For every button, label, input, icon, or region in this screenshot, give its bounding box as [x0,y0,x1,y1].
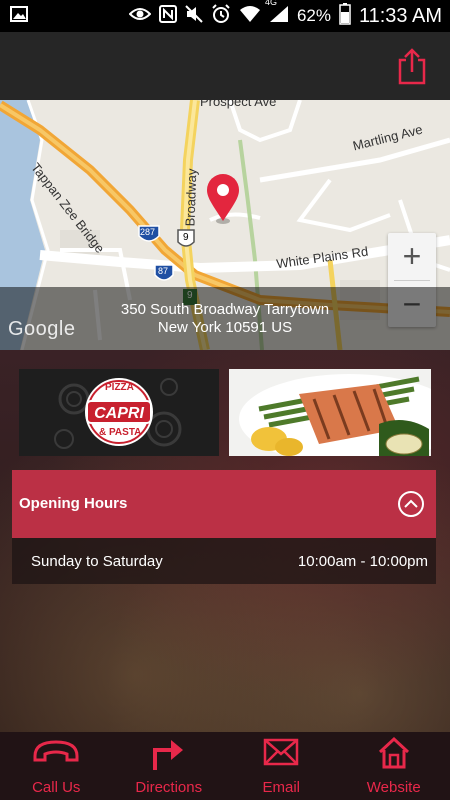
food-photo-tile[interactable] [229,369,431,456]
battery-icon [339,2,351,30]
address-line-1: 350 South Broadway Tarrytown [120,301,330,318]
chevron-up-icon[interactable] [398,491,424,517]
shield-287-label: 287 [140,227,156,237]
restaurant-logo-tile[interactable]: PIZZA CAPRI & PASTA [19,369,219,456]
clock: 11:33 AM [358,4,442,27]
map-label-prospect-ave: Prospect Ave [200,100,277,109]
email-label: Email [262,779,300,796]
directions-label: Directions [135,779,203,796]
map-view[interactable]: Prospect Ave Martling Ave Tappan Zee Bri… [0,100,450,350]
status-bar: 4G 62% 11:33 AM [0,0,450,32]
call-us-button[interactable]: Call Us [0,732,113,800]
logo-line-1: PIZZA [105,382,134,393]
route-shield-9: 9 [176,228,196,253]
interstate-shield-287: 287 [137,224,161,249]
directions-arrow-icon [152,740,183,770]
eye-icon [128,6,152,27]
map-label-broadway: Broadway [182,168,200,227]
app-bar [0,32,450,100]
nfc-icon [158,4,177,28]
network-type-label: 4G [264,0,277,7]
content-area: PIZZA CAPRI & PASTA Opening Hours Sunday… [0,350,450,732]
google-attribution: Google [8,318,76,340]
opening-hours-row: Sunday to Saturday 10:00am - 10:00pm [12,538,436,584]
website-button[interactable]: Website [338,732,450,800]
salmon-dish-image [229,369,431,456]
call-us-label: Call Us [32,779,81,796]
logo-line-2: & PASTA [99,427,142,438]
mute-icon [185,4,203,28]
location-pin-icon[interactable] [205,173,241,225]
wifi-icon [239,5,261,28]
phone-icon [33,740,79,762]
shield-9-label: 9 [183,232,189,243]
bottom-nav: Call Us Directions Email Website [0,732,450,800]
zoom-in-button[interactable]: + [388,233,436,280]
battery-percent: 62% [296,6,331,25]
envelope-icon [264,738,299,766]
share-button[interactable] [396,46,428,86]
alarm-icon [211,3,231,29]
opening-hours-title: Opening Hours [19,495,128,512]
opening-hours-header[interactable]: Opening Hours [12,470,436,538]
interstate-shield-87: 87 [153,263,175,288]
logo-name: CAPRI [94,405,144,422]
home-icon [378,736,409,769]
shield-87-label: 87 [158,266,169,276]
gallery-icon [10,6,28,27]
hours-time: 10:00am - 10:00pm [297,553,428,570]
directions-button[interactable]: Directions [113,732,226,800]
signal-icon: 4G [265,0,289,28]
share-icon [398,48,426,85]
website-label: Website [366,779,421,796]
hours-days: Sunday to Saturday [31,553,163,570]
email-button[interactable]: Email [225,732,338,800]
